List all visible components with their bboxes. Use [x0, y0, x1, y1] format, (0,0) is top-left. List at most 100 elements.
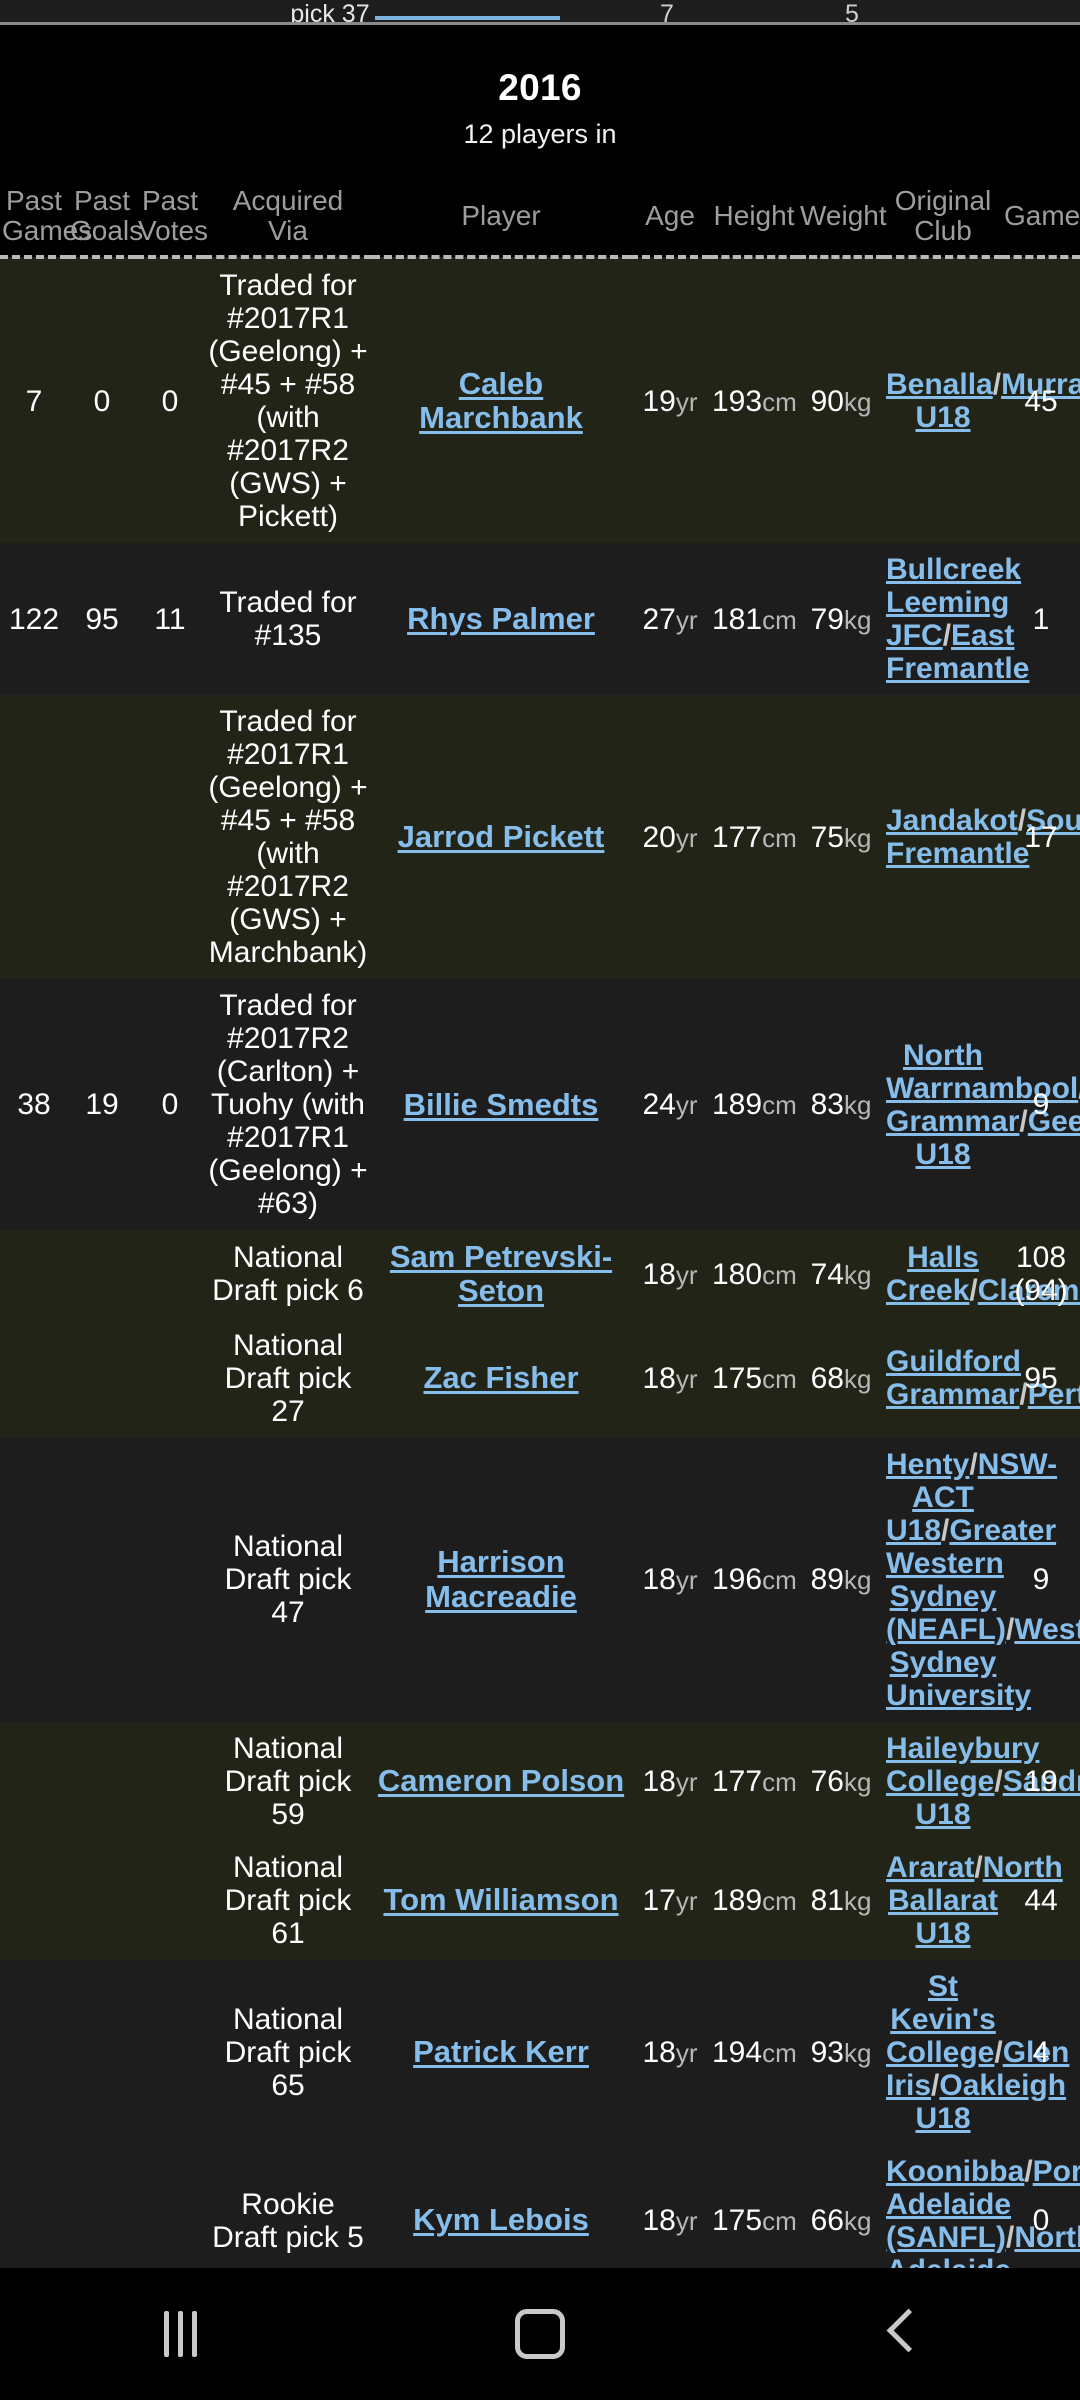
table-row[interactable]: National Draft pick 6 Sam Petrevski-Seton… — [0, 1230, 1080, 1319]
original-club-link[interactable]: Koonibba — [886, 2155, 1024, 2188]
cell-player[interactable]: Kym Lebois — [372, 2144, 630, 2268]
cell-player[interactable]: Caleb Marchbank — [372, 257, 630, 544]
table-row[interactable]: 38 19 0 Traded for #2017R2 (Carlton) + Tuoh… — [0, 979, 1080, 1231]
cell-past-votes — [136, 1721, 204, 1841]
partial-row-col-a: 7 — [660, 0, 674, 22]
player-link[interactable]: Sam Petrevski-Seton — [390, 1239, 612, 1308]
table-row[interactable]: 122 95 11 Traded for #135 Rhys Palmer 27yr 181… — [0, 543, 1080, 696]
col-header-player[interactable]: Player — [372, 184, 630, 257]
cell-height: 193cm — [710, 257, 798, 544]
cell-past-games — [0, 2144, 68, 2268]
cell-player[interactable]: Patrick Kerr — [372, 1959, 630, 2145]
player-link[interactable]: Billie Smedts — [404, 1087, 599, 1122]
cell-past-votes: 0 — [136, 979, 204, 1231]
cell-height: 177cm — [710, 1721, 798, 1841]
col-header-games[interactable]: Games — [1002, 184, 1080, 257]
player-link[interactable]: Tom Williamson — [383, 1882, 618, 1917]
col-header-past-goals[interactable]: Past Goals — [68, 184, 143, 257]
cell-past-games — [0, 1840, 68, 1960]
scroll-viewport[interactable]: pick 37 7 5 2016 12 players in Past Games Pa… — [0, 0, 1080, 2268]
player-link[interactable]: Jarrod Pickett — [398, 819, 605, 854]
home-icon — [515, 2309, 565, 2359]
club-separator: / — [994, 1764, 1003, 1798]
cell-original-club[interactable]: St Kevin's College/Glen Iris/Oakleigh U1… — [884, 1959, 1069, 2145]
player-link[interactable]: Patrick Kerr — [413, 2034, 589, 2069]
table-row[interactable]: Traded for #2017R1 (Geelong) + #45 + #58… — [0, 695, 1080, 980]
col-header-past-votes[interactable]: Past Votes — [136, 184, 208, 257]
cell-player[interactable]: Billie Smedts — [372, 979, 630, 1231]
player-link[interactable]: Caleb Marchbank — [419, 366, 583, 435]
cell-player[interactable]: Jarrod Pickett — [372, 695, 630, 980]
original-club-link[interactable]: Halls Creek — [886, 1241, 979, 1307]
original-club-link[interactable]: Henty — [886, 1448, 969, 1481]
col-header-acquired-via[interactable]: Acquired Via — [204, 184, 372, 257]
table-row[interactable]: Rookie Draft pick 5 Kym Lebois 18yr 175cm 66… — [0, 2144, 1080, 2268]
original-club-link[interactable]: Benalla — [886, 368, 993, 401]
cell-acquired-via: National Draft pick 47 — [204, 1437, 372, 1722]
cell-acquired-via: Rookie Draft pick 5 — [204, 2144, 372, 2268]
partial-row-player-link[interactable] — [375, 16, 560, 20]
cell-past-votes — [136, 2144, 204, 2268]
col-header-original-club[interactable]: Original Club — [884, 184, 1002, 257]
col-header-age[interactable]: Age — [630, 184, 710, 257]
cell-original-club[interactable]: North Warrnambool/Geelong Grammar/Geelon… — [884, 979, 1080, 1231]
player-link[interactable]: Rhys Palmer — [407, 601, 595, 636]
original-club-link[interactable]: Ararat — [886, 1851, 974, 1884]
cell-original-club[interactable]: Bullcreek Leeming JFC/East Fremantle — [884, 543, 1029, 696]
cell-past-goals — [68, 695, 136, 980]
table-row[interactable]: National Draft pick 27 Zac Fisher 18yr 175c… — [0, 1318, 1080, 1438]
table-row[interactable]: National Draft pick 65 Patrick Kerr 18yr 19… — [0, 1959, 1080, 2145]
cell-height: 189cm — [710, 979, 798, 1231]
home-button[interactable] — [450, 2268, 630, 2400]
cell-player[interactable]: Sam Petrevski-Seton — [372, 1230, 630, 1319]
player-link[interactable]: Zac Fisher — [423, 1360, 578, 1395]
cell-original-club[interactable]: Ararat/North Ballarat U18 — [884, 1840, 1063, 1960]
cell-player[interactable]: Zac Fisher — [372, 1318, 630, 1438]
col-header-past-games[interactable]: Past Games — [0, 184, 92, 257]
back-button[interactable] — [810, 2268, 990, 2400]
table-row[interactable]: National Draft pick 61 Tom Williamson 17yr… — [0, 1840, 1080, 1960]
cell-player[interactable]: Rhys Palmer — [372, 543, 630, 696]
cell-past-games: 122 — [0, 543, 68, 696]
col-header-weight[interactable]: Weight — [798, 184, 887, 257]
cell-player[interactable]: Cameron Polson — [372, 1721, 630, 1841]
cell-weight: 83kg — [798, 979, 884, 1231]
club-separator: / — [992, 368, 1002, 402]
cell-past-games — [0, 1721, 68, 1841]
recent-apps-button[interactable] — [90, 2268, 270, 2400]
table-row[interactable]: 7 0 0 Traded for #2017R1 (Geelong) + #45 + … — [0, 257, 1080, 544]
cell-original-club[interactable]: Halls Creek/Claremont — [884, 1230, 1080, 1319]
col-header-height[interactable]: Height — [710, 184, 798, 257]
table-row[interactable]: National Draft pick 47 Harrison Macreadie… — [0, 1437, 1080, 1722]
original-club-link[interactable]: St Kevin's College — [886, 1970, 996, 2069]
cell-weight: 79kg — [798, 543, 884, 696]
cell-age: 18yr — [630, 1437, 710, 1722]
cell-weight: 93kg — [798, 1959, 884, 2145]
cell-original-club[interactable]: Koonibba/Port Adelaide (SANFL)/North Ade… — [884, 2144, 1080, 2268]
cell-age: 18yr — [630, 2144, 710, 2268]
cell-acquired-via: Traded for #135 — [204, 543, 372, 696]
cell-original-club[interactable]: Guildford Grammar/Perth — [884, 1318, 1080, 1438]
cell-original-club[interactable]: Haileybury College/Sandringham U18 — [884, 1721, 1080, 1841]
player-link[interactable]: Kym Lebois — [413, 2202, 589, 2237]
section-year-title: 2016 — [498, 67, 582, 108]
year-section-2016: 2016 12 players in Past Games Past Goals Past V… — [0, 25, 1080, 2268]
cell-past-goals — [68, 1840, 136, 1960]
cell-weight: 81kg — [798, 1840, 884, 1960]
cell-original-club[interactable]: Jandakot/South Fremantle — [884, 695, 1080, 980]
cell-past-goals — [68, 1959, 136, 2145]
cell-original-club[interactable]: Benalla/Murray U18 — [884, 257, 1080, 544]
table-row[interactable]: National Draft pick 59 Cameron Polson 18yr… — [0, 1721, 1080, 1841]
cell-original-club[interactable]: Henty/NSW-ACT U18/Greater Western Sydney… — [884, 1437, 1080, 1722]
original-club-link[interactable]: Guildford Grammar — [886, 1345, 1021, 1411]
cell-past-goals: 95 — [68, 543, 136, 696]
cell-age: 19yr — [630, 257, 710, 544]
original-club-link[interactable]: Jandakot — [886, 804, 1018, 837]
cell-weight: 75kg — [798, 695, 884, 980]
cell-height: 196cm — [710, 1437, 798, 1722]
player-link[interactable]: Harrison Macreadie — [425, 1544, 577, 1613]
cell-height: 181cm — [710, 543, 798, 696]
player-link[interactable]: Cameron Polson — [378, 1763, 624, 1798]
cell-player[interactable]: Tom Williamson — [372, 1840, 630, 1960]
cell-player[interactable]: Harrison Macreadie — [372, 1437, 630, 1722]
